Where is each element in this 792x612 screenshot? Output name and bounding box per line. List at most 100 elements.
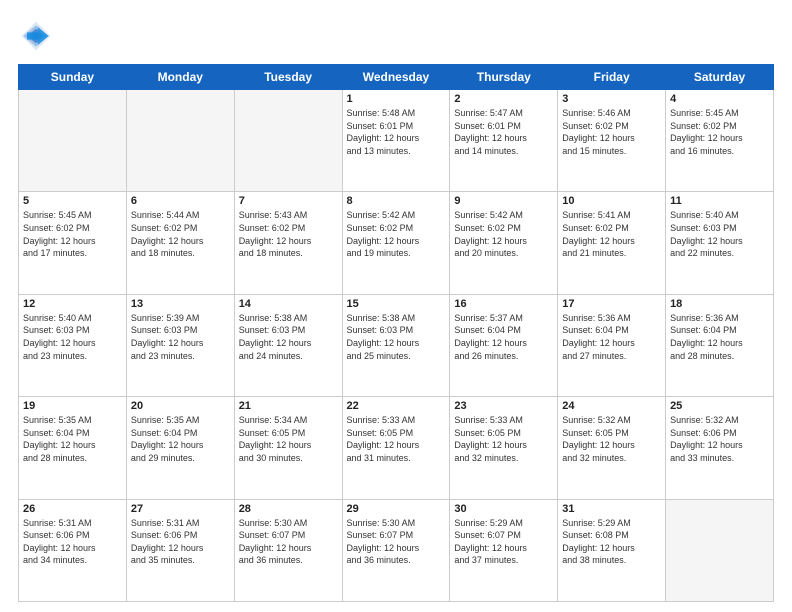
day-cell: 8 Sunrise: 5:42 AMSunset: 6:02 PMDaylight… (342, 192, 450, 294)
day-info: Sunrise: 5:48 AMSunset: 6:01 PMDaylight:… (347, 107, 446, 157)
day-info: Sunrise: 5:29 AMSunset: 6:07 PMDaylight:… (454, 517, 553, 567)
day-cell: 6 Sunrise: 5:44 AMSunset: 6:02 PMDaylight… (126, 192, 234, 294)
day-cell: 14 Sunrise: 5:38 AMSunset: 6:03 PMDayligh… (234, 294, 342, 396)
day-info: Sunrise: 5:29 AMSunset: 6:08 PMDaylight:… (562, 517, 661, 567)
day-cell: 9 Sunrise: 5:42 AMSunset: 6:02 PMDaylight… (450, 192, 558, 294)
day-number: 29 (347, 503, 446, 515)
weekday-header-saturday: Saturday (666, 65, 774, 90)
day-cell: 17Sunrise: 5:36 AMSunset: 6:04 PMDayligh… (558, 294, 666, 396)
day-info: Sunrise: 5:42 AMSunset: 6:02 PMDaylight:… (347, 209, 446, 259)
day-number: 23 (454, 400, 553, 412)
day-cell: 23 Sunrise: 5:33 AMSunset: 6:05 PMDayligh… (450, 397, 558, 499)
weekday-header-friday: Friday (558, 65, 666, 90)
weekday-header-sunday: Sunday (19, 65, 127, 90)
day-number: 15 (347, 298, 446, 310)
day-cell: 30 Sunrise: 5:29 AMSunset: 6:07 PMDayligh… (450, 499, 558, 601)
day-cell (666, 499, 774, 601)
day-number: 14 (239, 298, 338, 310)
day-info: Sunrise: 5:31 AMSunset: 6:06 PMDaylight:… (23, 517, 122, 567)
day-cell (234, 90, 342, 192)
day-info: Sunrise: 5:33 AMSunset: 6:05 PMDaylight:… (454, 414, 553, 464)
weekday-header-thursday: Thursday (450, 65, 558, 90)
week-row-1: 1 Sunrise: 5:48 AMSunset: 6:01 PMDaylight… (19, 90, 774, 192)
day-number: 6 (131, 195, 230, 207)
day-cell: 26 Sunrise: 5:31 AMSunset: 6:06 PMDayligh… (19, 499, 127, 601)
day-cell: 19Sunrise: 5:35 AMSunset: 6:04 PMDayligh… (19, 397, 127, 499)
weekday-header-monday: Monday (126, 65, 234, 90)
day-number: 11 (670, 195, 769, 207)
day-number: 21 (239, 400, 338, 412)
day-info: Sunrise: 5:40 AMSunset: 6:03 PMDaylight:… (670, 209, 769, 259)
day-cell: 1 Sunrise: 5:48 AMSunset: 6:01 PMDaylight… (342, 90, 450, 192)
day-number: 18 (670, 298, 769, 310)
day-cell: 4 Sunrise: 5:45 AMSunset: 6:02 PMDaylight… (666, 90, 774, 192)
day-info: Sunrise: 5:37 AMSunset: 6:04 PMDaylight:… (454, 312, 553, 362)
day-number: 22 (347, 400, 446, 412)
day-number: 17 (562, 298, 661, 310)
day-number: 24 (562, 400, 661, 412)
day-number: 31 (562, 503, 661, 515)
day-info: Sunrise: 5:30 AMSunset: 6:07 PMDaylight:… (347, 517, 446, 567)
day-info: Sunrise: 5:41 AMSunset: 6:02 PMDaylight:… (562, 209, 661, 259)
day-number: 12 (23, 298, 122, 310)
day-number: 20 (131, 400, 230, 412)
day-cell: 2 Sunrise: 5:47 AMSunset: 6:01 PMDaylight… (450, 90, 558, 192)
day-cell: 22 Sunrise: 5:33 AMSunset: 6:05 PMDayligh… (342, 397, 450, 499)
day-cell: 20 Sunrise: 5:35 AMSunset: 6:04 PMDayligh… (126, 397, 234, 499)
day-cell: 3 Sunrise: 5:46 AMSunset: 6:02 PMDaylight… (558, 90, 666, 192)
day-number: 2 (454, 93, 553, 105)
day-cell: 27 Sunrise: 5:31 AMSunset: 6:06 PMDayligh… (126, 499, 234, 601)
day-number: 7 (239, 195, 338, 207)
week-row-5: 26 Sunrise: 5:31 AMSunset: 6:06 PMDayligh… (19, 499, 774, 601)
day-cell (19, 90, 127, 192)
day-cell: 13Sunrise: 5:39 AMSunset: 6:03 PMDayligh… (126, 294, 234, 396)
day-info: Sunrise: 5:38 AMSunset: 6:03 PMDaylight:… (239, 312, 338, 362)
day-number: 16 (454, 298, 553, 310)
day-info: Sunrise: 5:46 AMSunset: 6:02 PMDaylight:… (562, 107, 661, 157)
weekday-header-tuesday: Tuesday (234, 65, 342, 90)
day-info: Sunrise: 5:47 AMSunset: 6:01 PMDaylight:… (454, 107, 553, 157)
day-number: 10 (562, 195, 661, 207)
day-cell: 18Sunrise: 5:36 AMSunset: 6:04 PMDayligh… (666, 294, 774, 396)
day-number: 4 (670, 93, 769, 105)
day-info: Sunrise: 5:32 AMSunset: 6:05 PMDaylight:… (562, 414, 661, 464)
day-info: Sunrise: 5:31 AMSunset: 6:06 PMDaylight:… (131, 517, 230, 567)
day-info: Sunrise: 5:39 AMSunset: 6:03 PMDaylight:… (131, 312, 230, 362)
logo-icon (18, 18, 54, 54)
day-info: Sunrise: 5:42 AMSunset: 6:02 PMDaylight:… (454, 209, 553, 259)
day-cell (126, 90, 234, 192)
calendar-page: SundayMondayTuesdayWednesdayThursdayFrid… (0, 0, 792, 612)
day-number: 26 (23, 503, 122, 515)
week-row-3: 12 Sunrise: 5:40 AMSunset: 6:03 PMDayligh… (19, 294, 774, 396)
day-info: Sunrise: 5:35 AMSunset: 6:04 PMDaylight:… (131, 414, 230, 464)
day-info: Sunrise: 5:34 AMSunset: 6:05 PMDaylight:… (239, 414, 338, 464)
day-number: 27 (131, 503, 230, 515)
day-number: 3 (562, 93, 661, 105)
day-info: Sunrise: 5:45 AMSunset: 6:02 PMDaylight:… (670, 107, 769, 157)
weekday-header-row: SundayMondayTuesdayWednesdayThursdayFrid… (19, 65, 774, 90)
day-cell: 16 Sunrise: 5:37 AMSunset: 6:04 PMDayligh… (450, 294, 558, 396)
day-cell: 28Sunrise: 5:30 AMSunset: 6:07 PMDayligh… (234, 499, 342, 601)
day-info: Sunrise: 5:38 AMSunset: 6:03 PMDaylight:… (347, 312, 446, 362)
day-number: 1 (347, 93, 446, 105)
day-number: 8 (347, 195, 446, 207)
week-row-4: 19Sunrise: 5:35 AMSunset: 6:04 PMDayligh… (19, 397, 774, 499)
day-cell: 7Sunrise: 5:43 AMSunset: 6:02 PMDaylight… (234, 192, 342, 294)
day-info: Sunrise: 5:44 AMSunset: 6:02 PMDaylight:… (131, 209, 230, 259)
day-number: 25 (670, 400, 769, 412)
day-number: 30 (454, 503, 553, 515)
day-number: 28 (239, 503, 338, 515)
day-info: Sunrise: 5:33 AMSunset: 6:05 PMDaylight:… (347, 414, 446, 464)
day-cell: 12 Sunrise: 5:40 AMSunset: 6:03 PMDayligh… (19, 294, 127, 396)
day-cell: 25 Sunrise: 5:32 AMSunset: 6:06 PMDayligh… (666, 397, 774, 499)
day-number: 9 (454, 195, 553, 207)
day-info: Sunrise: 5:32 AMSunset: 6:06 PMDaylight:… (670, 414, 769, 464)
day-info: Sunrise: 5:40 AMSunset: 6:03 PMDaylight:… (23, 312, 122, 362)
weekday-header-wednesday: Wednesday (342, 65, 450, 90)
day-cell: 24 Sunrise: 5:32 AMSunset: 6:05 PMDayligh… (558, 397, 666, 499)
day-info: Sunrise: 5:35 AMSunset: 6:04 PMDaylight:… (23, 414, 122, 464)
day-cell: 10 Sunrise: 5:41 AMSunset: 6:02 PMDayligh… (558, 192, 666, 294)
day-info: Sunrise: 5:45 AMSunset: 6:02 PMDaylight:… (23, 209, 122, 259)
day-cell: 15 Sunrise: 5:38 AMSunset: 6:03 PMDayligh… (342, 294, 450, 396)
day-cell: 21 Sunrise: 5:34 AMSunset: 6:05 PMDayligh… (234, 397, 342, 499)
